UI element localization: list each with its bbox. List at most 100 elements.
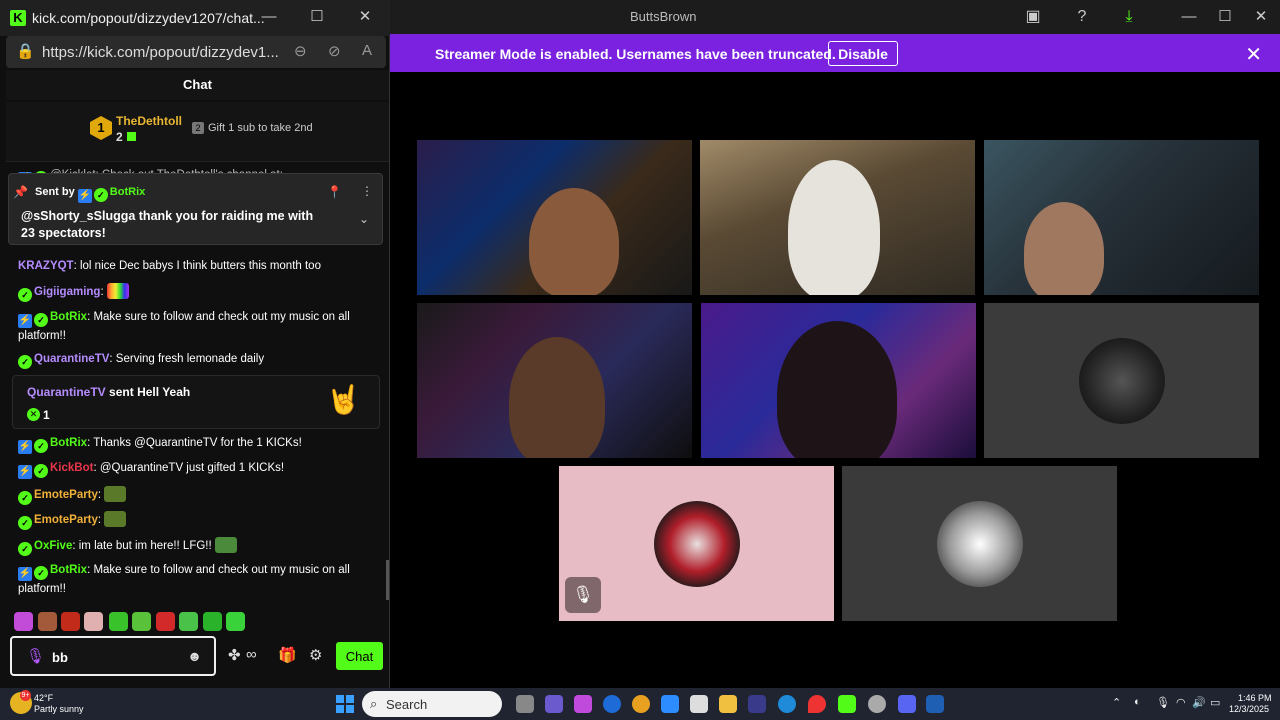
emote-icon[interactable]: [226, 612, 245, 631]
infinity-icon[interactable]: ∞: [246, 646, 257, 663]
screen-share-icon[interactable]: ▣: [1022, 6, 1044, 28]
show-hidden-icons-icon[interactable]: ⌃: [1112, 696, 1121, 709]
pinned-sender[interactable]: BotRix: [110, 186, 145, 198]
url-text[interactable]: https://kick.com/popout/dizzydev1...: [42, 44, 279, 61]
emote-icon[interactable]: [203, 612, 222, 631]
zoom-app-icon[interactable]: [661, 695, 679, 713]
chat-username[interactable]: QuarantineTV: [34, 353, 109, 365]
weather-temperature[interactable]: 42°F: [34, 693, 53, 703]
video-tile-8[interactable]: [842, 466, 1117, 621]
chrome-icon[interactable]: [632, 695, 650, 713]
gift-leader-name[interactable]: TheDethtoll: [116, 114, 182, 128]
muted-mic-icon[interactable]: 🎙: [565, 577, 601, 613]
chat-minimize-button[interactable]: —: [254, 4, 284, 30]
bot-badge-icon: ⚡: [77, 189, 92, 203]
chat-input[interactable]: [52, 648, 182, 666]
taskbar-search[interactable]: ⌕ Search: [362, 691, 502, 717]
close-banner-icon[interactable]: ✕: [1245, 42, 1262, 67]
emote-icon[interactable]: [132, 612, 151, 631]
emote-icon[interactable]: [179, 612, 198, 631]
video-tile-4[interactable]: [417, 303, 692, 458]
send-chat-button[interactable]: Chat: [336, 642, 383, 670]
bot-badge-icon: ⚡: [18, 465, 32, 479]
app-icon[interactable]: [926, 695, 944, 713]
task-view-icon[interactable]: [516, 695, 534, 713]
copilot-icon[interactable]: [574, 695, 592, 713]
mic-tray-icon[interactable]: 🎙: [1156, 696, 1170, 709]
settings-app-icon[interactable]: [868, 695, 886, 713]
video-tile-6[interactable]: [984, 303, 1259, 458]
chat-scrollbar[interactable]: [386, 560, 389, 600]
clock-date[interactable]: 12/3/2025: [1229, 704, 1269, 714]
weather-description[interactable]: Partly sunny: [34, 704, 84, 714]
wifi-icon[interactable]: ◠: [1176, 696, 1186, 709]
edge-icon[interactable]: [778, 695, 796, 713]
verified-badge-icon: ✓: [18, 516, 32, 530]
hp-icon[interactable]: [603, 695, 621, 713]
emote-icon[interactable]: [14, 612, 33, 631]
chat-username[interactable]: EmoteParty: [34, 514, 98, 526]
chat-username[interactable]: EmoteParty: [34, 489, 98, 501]
gift-icon[interactable]: 🎁: [278, 646, 297, 664]
volume-icon[interactable]: 🔊: [1192, 696, 1206, 709]
disable-streamer-mode-button[interactable]: Disable: [828, 41, 898, 66]
zoom-icon[interactable]: ⊖: [294, 42, 307, 60]
gift-cta-text[interactable]: Gift 1 sub to take 2nd: [208, 122, 313, 134]
teams-icon[interactable]: [748, 695, 766, 713]
emote-icon[interactable]: [109, 612, 128, 631]
video-tile-5-active-speaker[interactable]: [701, 303, 976, 458]
battery-icon[interactable]: ▭: [1210, 696, 1220, 709]
windows-taskbar: 9+ 42°F Partly sunny ⌕ Search ⌃ ◐ 🎙 ◠ 🔊 …: [0, 688, 1280, 720]
read-aloud-icon[interactable]: A: [362, 42, 372, 59]
chat-maximize-button[interactable]: ☐: [302, 4, 332, 30]
video-tile-1[interactable]: [417, 140, 692, 295]
tracking-prevention-icon[interactable]: ⊘: [328, 42, 341, 60]
chat-popout-window: K kick.com/popout/dizzydev1207/chat... —…: [0, 0, 390, 688]
app-icon[interactable]: [545, 695, 563, 713]
maps-icon[interactable]: [808, 695, 826, 713]
bot-badge-icon: ⚡: [18, 567, 32, 581]
kicks-icon[interactable]: ✤: [228, 646, 241, 664]
close-window-button[interactable]: ✕: [1246, 4, 1276, 30]
help-icon[interactable]: ?: [1071, 6, 1093, 28]
chat-close-button[interactable]: ✕: [350, 4, 380, 30]
minimize-button[interactable]: —: [1174, 4, 1204, 30]
video-tile-7[interactable]: 🎙: [559, 466, 834, 621]
microphone-icon[interactable]: 🎙: [26, 647, 45, 665]
video-tile-3[interactable]: [984, 140, 1259, 295]
unpin-icon[interactable]: 📍: [327, 185, 342, 199]
chat-username[interactable]: BotRix: [50, 437, 87, 449]
emote-icon[interactable]: [61, 612, 80, 631]
pinned-message[interactable]: 📌 Sent by ⚡ ✓ BotRix 📍 ⋮ @sShorty_sSlugga …: [8, 173, 383, 245]
video-tile-2[interactable]: [700, 140, 975, 295]
chevron-down-icon[interactable]: ⌄: [359, 212, 369, 226]
start-button[interactable]: [336, 695, 354, 713]
chat-username[interactable]: KRAZYQT: [18, 260, 74, 272]
file-explorer-icon[interactable]: [719, 695, 737, 713]
kick-app-icon[interactable]: [838, 695, 856, 713]
emoji-picker-icon[interactable]: ☻: [187, 648, 202, 664]
chat-username[interactable]: Gigiigaming: [34, 286, 100, 298]
emote-icon[interactable]: [84, 612, 103, 631]
chat-username[interactable]: BotRix: [50, 564, 87, 576]
chat-message: ✓ OxFive: im late but im here!! LFG!!: [18, 537, 368, 556]
address-bar[interactable]: 🔒 https://kick.com/popout/dizzydev1... ⊖…: [6, 36, 386, 68]
rainbow-emote-icon: [106, 283, 129, 299]
emote-icon[interactable]: [38, 612, 57, 631]
tray-app-icon[interactable]: ◐: [1134, 696, 1141, 708]
chat-input-box[interactable]: 🎙 ☻: [10, 636, 216, 676]
chat-text: :: [97, 489, 102, 501]
download-icon[interactable]: ⤓: [1118, 6, 1140, 28]
store-icon[interactable]: [690, 695, 708, 713]
army-emote-icon: [104, 511, 127, 527]
chat-username[interactable]: OxFive: [34, 540, 72, 552]
maximize-button[interactable]: ☐: [1210, 4, 1240, 30]
discord-icon[interactable]: [898, 695, 916, 713]
streamer-figure: [777, 321, 897, 458]
clock-time[interactable]: 1:46 PM: [1238, 693, 1272, 703]
chat-username[interactable]: BotRix: [50, 311, 87, 323]
more-options-icon[interactable]: ⋮: [361, 184, 373, 198]
emote-icon[interactable]: [156, 612, 175, 631]
chat-username[interactable]: KickBot: [50, 462, 93, 474]
settings-gear-icon[interactable]: ⚙: [309, 646, 322, 664]
